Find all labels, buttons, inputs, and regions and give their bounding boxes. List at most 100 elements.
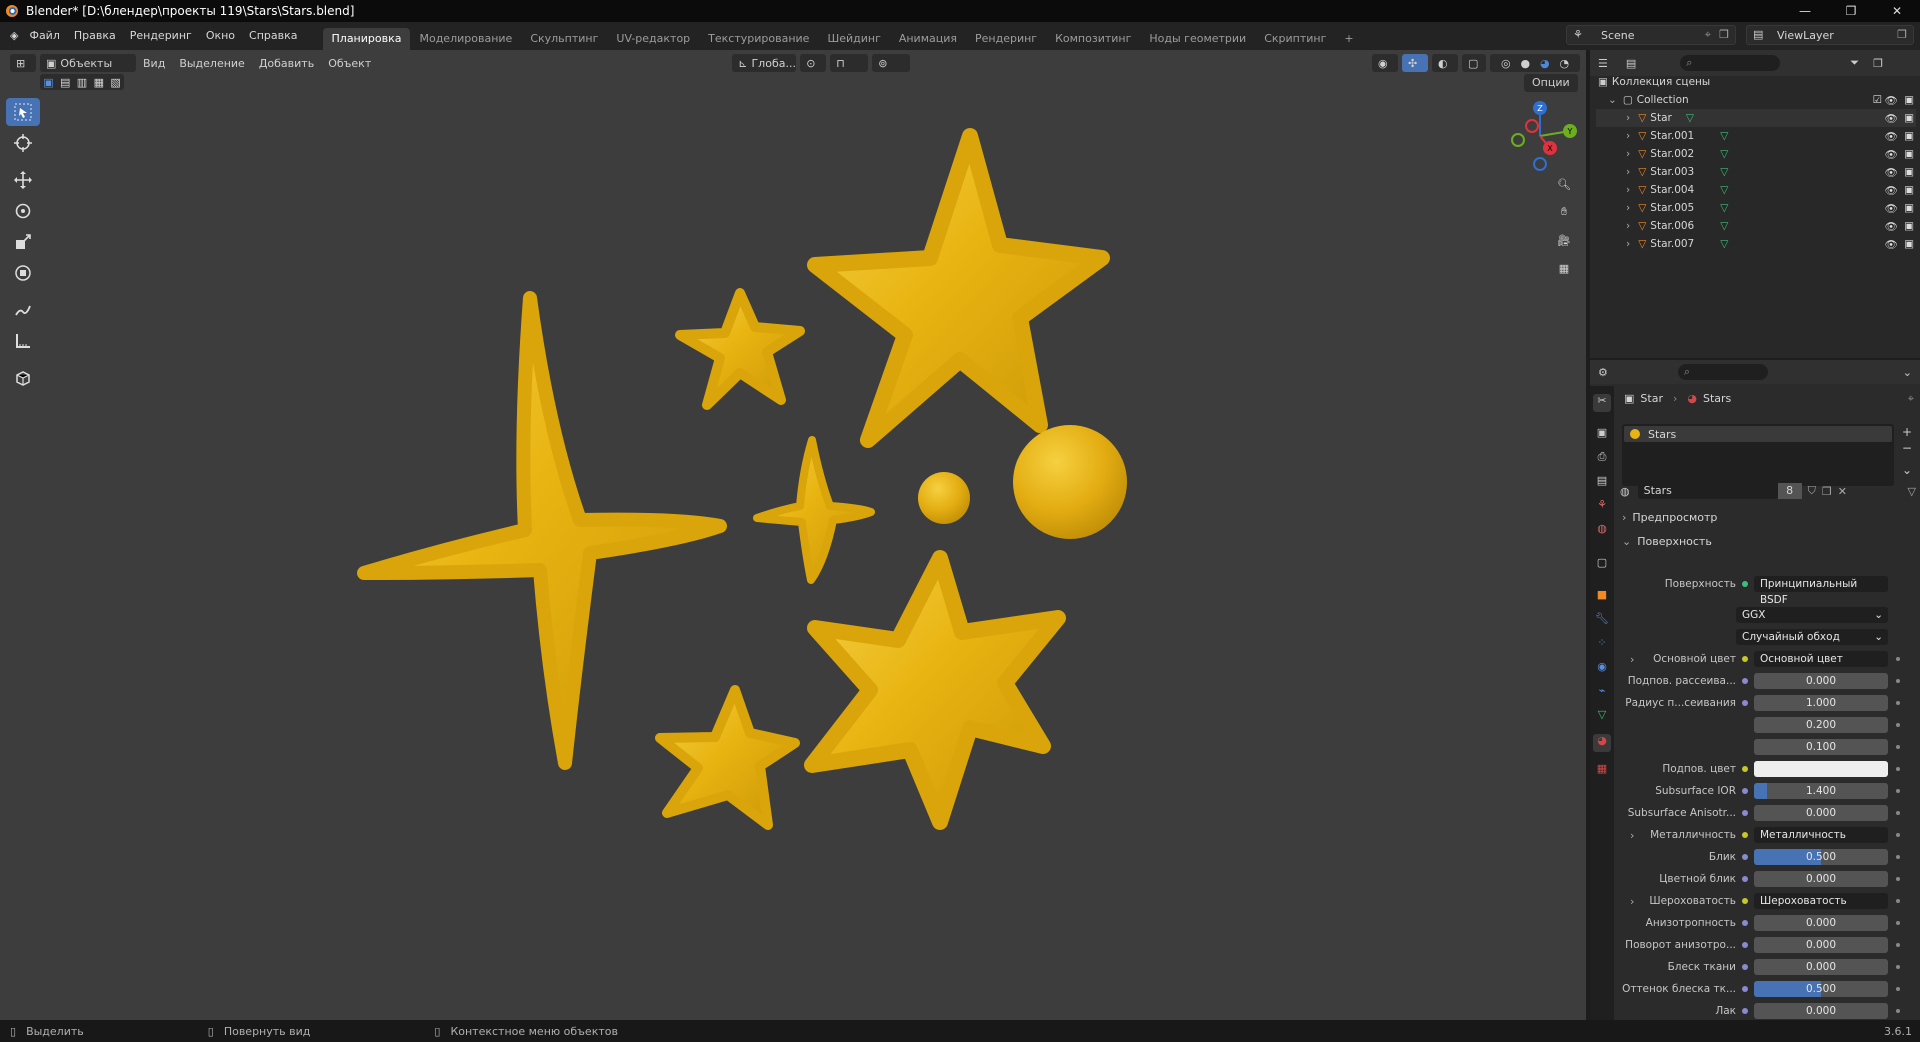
- numeric-slider-field[interactable]: 0.000: [1754, 1003, 1888, 1019]
- chevron-right-icon[interactable]: ›: [1626, 148, 1630, 160]
- outliner-object-row[interactable]: › ▽ Star.003 ▽ 👁︎ ▣: [1596, 163, 1916, 181]
- duplicate-icon[interactable]: ❐: [1822, 485, 1832, 498]
- numeric-slider-field[interactable]: 1.400: [1754, 783, 1888, 799]
- collection-tab-icon[interactable]: ▢: [1593, 556, 1611, 574]
- keyframe-dot-icon[interactable]: [1896, 1009, 1900, 1013]
- camera-icon[interactable]: ▣: [1904, 94, 1914, 106]
- chevron-right-icon[interactable]: ›: [1626, 238, 1630, 250]
- socket-icon[interactable]: [1742, 678, 1748, 684]
- viewlayer-selector[interactable]: ▤ ViewLayer ❐: [1746, 25, 1914, 45]
- workspace-tab[interactable]: Планировка: [322, 28, 411, 50]
- outliner-object-row[interactable]: › ▽ Star.005 ▽ 👁︎ ▣: [1596, 199, 1916, 217]
- workspace-tab[interactable]: Скульптинг: [521, 28, 607, 50]
- socket-icon[interactable]: [1742, 876, 1748, 882]
- chevron-right-icon[interactable]: ›: [1626, 166, 1630, 178]
- numeric-slider-field[interactable]: 0.000: [1754, 805, 1888, 821]
- camera-icon[interactable]: ▣: [1904, 112, 1914, 124]
- outliner-object-row[interactable]: › ▽ Star ▽ 👁︎ ▣: [1596, 109, 1916, 127]
- measure-tool[interactable]: [6, 327, 40, 355]
- keyframe-dot-icon[interactable]: [1896, 745, 1900, 749]
- outliner-scene-collection[interactable]: ▣ Коллекция сцены: [1596, 73, 1916, 91]
- eye-icon[interactable]: 👁︎: [1885, 130, 1898, 143]
- transform-tool[interactable]: [6, 259, 40, 287]
- pivot-button[interactable]: ⊙: [800, 54, 827, 72]
- preview-panel-header[interactable]: › Предпросмотр: [1622, 511, 1717, 524]
- keyframe-dot-icon[interactable]: [1896, 899, 1900, 903]
- select-intersect-icon[interactable]: ▧: [110, 76, 120, 89]
- scene-selector[interactable]: ⚘ Scene ⌖ ❐: [1566, 25, 1736, 45]
- add-workspace-button[interactable]: +: [1335, 28, 1362, 50]
- camera-icon[interactable]: ▣: [1904, 202, 1914, 214]
- keyframe-dot-icon[interactable]: [1896, 679, 1900, 683]
- browse-material-icon[interactable]: ◍: [1620, 485, 1630, 498]
- navigation-gizmo[interactable]: Z Y X: [1500, 96, 1580, 176]
- keyframe-dot-icon[interactable]: [1896, 657, 1900, 661]
- camera-icon[interactable]: ▣: [1904, 130, 1914, 142]
- snap-button[interactable]: ⊓: [830, 54, 869, 72]
- world-tab-icon[interactable]: ◍: [1593, 522, 1611, 540]
- chevron-down-icon[interactable]: ⌄: [1608, 94, 1617, 106]
- numeric-slider-field[interactable]: 0.000: [1754, 915, 1888, 931]
- keyframe-dot-icon[interactable]: [1896, 877, 1900, 881]
- gizmo-toggle-button[interactable]: ✣: [1402, 54, 1428, 72]
- socket-icon[interactable]: [1742, 788, 1748, 794]
- mode-selector[interactable]: ▣ Объекты: [40, 54, 136, 72]
- fake-user-icon[interactable]: ⛉: [1808, 484, 1816, 498]
- blender-menu-icon[interactable]: ◈: [0, 22, 22, 50]
- menu-view[interactable]: Вид: [136, 57, 172, 70]
- grid-ortho-icon[interactable]: ▦: [1552, 256, 1576, 280]
- subsurface-method-select[interactable]: Случайный обход ⌄: [1736, 629, 1888, 645]
- keyframe-dot-icon[interactable]: [1896, 965, 1900, 969]
- constraints-tab-icon[interactable]: ⌁: [1593, 684, 1611, 702]
- keyframe-dot-icon[interactable]: [1896, 833, 1900, 837]
- scene-tab-icon[interactable]: ⚘: [1593, 498, 1611, 516]
- socket-icon[interactable]: [1742, 656, 1748, 662]
- select-extend-icon[interactable]: ▤: [60, 76, 70, 89]
- eye-icon[interactable]: 👁︎: [1885, 220, 1898, 233]
- new-viewlayer-icon[interactable]: ❐: [1897, 28, 1907, 41]
- editor-type-button[interactable]: ⊞: [10, 54, 36, 72]
- slot-menu-button[interactable]: ⌄: [1902, 462, 1916, 478]
- properties-options-icon[interactable]: ⌄: [1903, 366, 1912, 379]
- keyframe-dot-icon[interactable]: [1896, 855, 1900, 859]
- properties-editor-icon[interactable]: ⚙: [1598, 366, 1608, 379]
- keyframe-dot-icon[interactable]: [1896, 723, 1900, 727]
- socket-icon[interactable]: [1742, 832, 1748, 838]
- physics-tab-icon[interactable]: ◉: [1593, 660, 1611, 678]
- material-slot-item[interactable]: Stars: [1624, 426, 1892, 442]
- particles-tab-icon[interactable]: ⁘: [1593, 636, 1611, 654]
- xray-button[interactable]: ▢: [1462, 54, 1486, 72]
- surface-panel-header[interactable]: ⌄ Поверхность: [1622, 535, 1712, 548]
- keyframe-dot-icon[interactable]: [1896, 767, 1900, 771]
- menu-select[interactable]: Выделение: [172, 57, 252, 70]
- workspace-tab[interactable]: Композитинг: [1046, 28, 1140, 50]
- select-box-tool[interactable]: [6, 98, 40, 126]
- chevron-right-icon[interactable]: ›: [1630, 653, 1634, 666]
- minimize-button[interactable]: —: [1782, 0, 1828, 22]
- menu-window[interactable]: Окно: [199, 22, 242, 50]
- numeric-slider-field[interactable]: 1.000: [1754, 695, 1888, 711]
- 3d-viewport[interactable]: [0, 50, 1586, 1020]
- unlink-icon[interactable]: ✕: [1838, 485, 1847, 498]
- outliner-object-row[interactable]: › ▽ Star.001 ▽ 👁︎ ▣: [1596, 127, 1916, 145]
- socket-icon[interactable]: [1742, 1008, 1748, 1014]
- workspace-tab[interactable]: Анимация: [890, 28, 966, 50]
- distribution-select[interactable]: GGX ⌄: [1736, 607, 1888, 623]
- material-link-icon[interactable]: ▽: [1908, 485, 1916, 498]
- eye-icon[interactable]: 👁︎: [1885, 238, 1898, 251]
- shading-modes[interactable]: ◎ ● ◕ ◔: [1490, 54, 1580, 72]
- render-tab-icon[interactable]: ▣: [1593, 426, 1611, 444]
- hand-pan-icon[interactable]: ✋︎: [1552, 200, 1576, 224]
- overlay-button[interactable]: ◐: [1432, 54, 1458, 72]
- rendered-shading-icon[interactable]: ◔: [1559, 57, 1569, 70]
- close-button[interactable]: ✕: [1874, 0, 1920, 22]
- numeric-slider-field[interactable]: 0.000: [1754, 959, 1888, 975]
- keyframe-dot-icon[interactable]: [1896, 789, 1900, 793]
- material-shading-icon[interactable]: ◕: [1540, 57, 1550, 70]
- numeric-slider-field[interactable]: 0.500: [1754, 981, 1888, 997]
- properties-search[interactable]: ⌕: [1677, 364, 1768, 380]
- zoom-icon[interactable]: 🔍︎: [1552, 172, 1576, 196]
- neg-z-handle[interactable]: [1533, 157, 1547, 171]
- chevron-right-icon[interactable]: ›: [1626, 130, 1630, 142]
- socket-icon[interactable]: [1742, 898, 1748, 904]
